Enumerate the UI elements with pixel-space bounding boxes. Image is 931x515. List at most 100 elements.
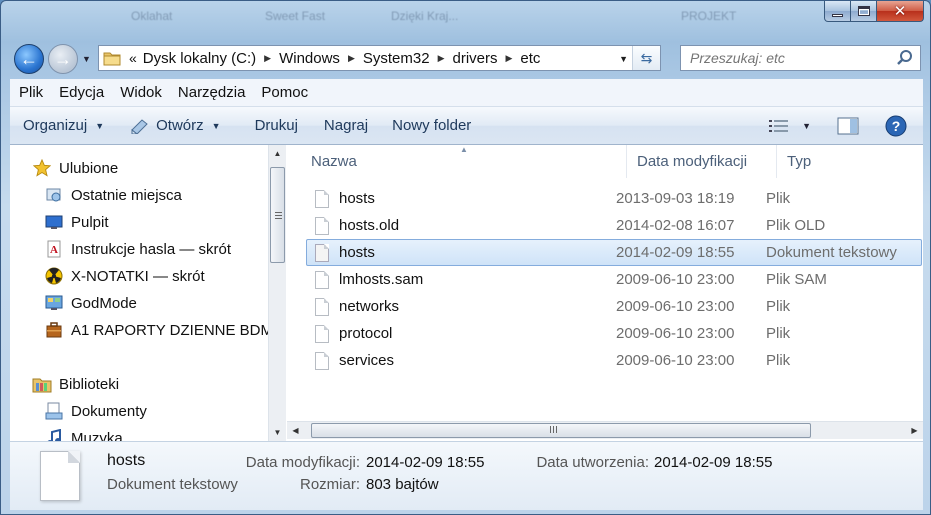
- text-document-icon: [315, 243, 329, 262]
- control-panel-icon: [44, 293, 64, 313]
- file-date: 2009-06-10 23:00: [616, 352, 735, 369]
- sidebar-item-label: A1 RAPORTY DZIENNE BDM: [71, 321, 268, 339]
- sidebar-item-x-notatki[interactable]: X-NOTATKI — skrót: [44, 264, 205, 288]
- view-details-icon[interactable]: [768, 118, 790, 134]
- refresh-button[interactable]: ⇆: [632, 46, 660, 70]
- breadcrumb-item[interactable]: etc: [520, 50, 540, 67]
- sidebar-libraries[interactable]: Biblioteki: [32, 372, 119, 396]
- column-header-label: Data modyfikacji: [637, 153, 748, 170]
- view-options-dropdown-icon[interactable]: ▼: [802, 121, 811, 131]
- help-icon[interactable]: ?: [885, 115, 907, 137]
- column-header-date[interactable]: Data modyfikacji: [627, 145, 777, 178]
- address-dropdown-icon[interactable]: ▼: [619, 54, 628, 64]
- close-button[interactable]: ✕: [877, 1, 924, 22]
- scroll-left-icon[interactable]: ◀: [287, 422, 304, 439]
- back-arrow-icon: ←: [20, 48, 38, 69]
- open-label: Otwórz: [156, 117, 204, 134]
- desktop-icon: [44, 212, 64, 232]
- file-icon: [315, 216, 329, 235]
- search-input[interactable]: [690, 50, 890, 66]
- scroll-right-icon[interactable]: ▶: [906, 422, 923, 439]
- sidebar-item-label: Pulpit: [71, 213, 109, 231]
- organize-button[interactable]: Organizuj ▼: [10, 117, 116, 134]
- sidebar-item-raporty[interactable]: A1 RAPORTY DZIENNE BDM: [44, 318, 268, 342]
- breadcrumb-overflow[interactable]: «: [129, 50, 137, 66]
- details-size-label: Rozmiar:: [299, 476, 360, 493]
- menu-help[interactable]: Pomoc: [261, 84, 308, 101]
- chevron-right-icon[interactable]: ▶: [506, 53, 513, 64]
- file-row[interactable]: lmhosts.sam 2009-06-10 23:00 Plik SAM: [307, 267, 923, 292]
- chevron-right-icon[interactable]: ▶: [438, 53, 445, 64]
- chevron-down-icon: ▼: [95, 120, 105, 131]
- chevron-right-icon[interactable]: ▶: [264, 53, 271, 64]
- folder-icon: [103, 52, 121, 66]
- menu-edit[interactable]: Edycja: [59, 84, 104, 101]
- close-icon: ✕: [893, 3, 907, 20]
- scroll-up-icon[interactable]: ▲: [269, 145, 286, 162]
- refresh-icon: ⇆: [640, 49, 653, 66]
- file-row[interactable]: protocol 2009-06-10 23:00 Plik: [307, 321, 923, 346]
- background-window-title: Oklahat: [131, 9, 173, 23]
- minimize-icon: [832, 13, 843, 17]
- column-header-type[interactable]: Typ: [777, 145, 923, 178]
- breadcrumb-item[interactable]: Windows: [279, 50, 340, 67]
- navigation-pane-scrollbar[interactable]: ▲ ▼: [268, 145, 286, 441]
- recent-pages-dropdown[interactable]: ▼: [82, 54, 91, 64]
- back-button[interactable]: ←: [14, 44, 44, 74]
- music-library-icon: [44, 428, 64, 441]
- scrollbar-thumb[interactable]: [270, 167, 285, 263]
- new-folder-label: Nowy folder: [392, 117, 472, 134]
- grip-icon: [275, 212, 282, 219]
- sidebar-item-recent-places[interactable]: Ostatnie miejsca: [44, 183, 182, 207]
- breadcrumb-item[interactable]: System32: [363, 50, 430, 67]
- minimize-button[interactable]: [824, 1, 851, 22]
- search-icon[interactable]: [896, 49, 914, 67]
- sidebar-item-documents[interactable]: Dokumenty: [44, 399, 147, 423]
- menu-file[interactable]: Plik: [19, 84, 43, 101]
- new-folder-button[interactable]: Nowy folder: [380, 117, 483, 134]
- column-header-name[interactable]: Nazwa: [301, 145, 627, 178]
- open-button[interactable]: Otwórz ▼: [116, 117, 232, 134]
- file-row[interactable]: services 2009-06-10 23:00 Plik: [307, 348, 923, 373]
- file-list-horizontal-scrollbar[interactable]: ◀ ▶: [287, 421, 923, 439]
- file-name: networks: [339, 298, 400, 315]
- window-caption-buttons: ✕: [824, 1, 924, 23]
- menu-tools[interactable]: Narzędzia: [178, 84, 246, 101]
- chevron-right-icon[interactable]: ▶: [348, 53, 355, 64]
- print-button[interactable]: Drukuj: [233, 117, 310, 134]
- file-type: Plik SAM: [766, 271, 827, 288]
- sidebar-item-music[interactable]: Muzyka: [44, 426, 123, 441]
- sidebar-favorites[interactable]: Ulubione: [32, 156, 118, 180]
- sidebar-item-instrukcje[interactable]: A Instrukcje hasla — skrót: [44, 237, 231, 261]
- sidebar-item-desktop[interactable]: Pulpit: [44, 210, 109, 234]
- background-window-title: PROJEKT: [681, 9, 737, 23]
- file-name: services: [339, 352, 395, 369]
- address-bar[interactable]: « Dysk lokalny (C:) ▶ Windows ▶ System32…: [98, 45, 661, 71]
- breadcrumb-item[interactable]: Dysk lokalny (C:): [143, 50, 256, 67]
- forward-button[interactable]: →: [48, 44, 78, 74]
- breadcrumb-item[interactable]: drivers: [452, 50, 497, 67]
- navigation-bar: ← → ▼ « Dysk lokalny (C:) ▶ Windows ▶ Sy…: [12, 41, 924, 75]
- file-row[interactable]: hosts 2013-09-03 18:19 Plik: [307, 186, 923, 211]
- view-controls: ▼ ?: [768, 107, 923, 145]
- column-header-label: Typ: [787, 153, 812, 170]
- search-box[interactable]: [680, 45, 921, 71]
- preview-pane-icon[interactable]: [837, 117, 859, 135]
- burn-button[interactable]: Nagraj: [310, 117, 380, 134]
- file-type: Plik OLD: [766, 217, 826, 234]
- svg-text:A: A: [50, 244, 58, 256]
- menu-view[interactable]: Widok: [120, 84, 162, 101]
- file-row[interactable]: hosts.old 2014-02-08 16:07 Plik OLD: [307, 213, 923, 238]
- scrollbar-thumb[interactable]: [311, 423, 811, 438]
- scroll-down-icon[interactable]: ▼: [269, 424, 286, 441]
- recent-places-icon: [44, 185, 64, 205]
- file-row-selected[interactable]: hosts 2014-02-09 18:55 Dokument tekstowy: [306, 239, 922, 266]
- file-row[interactable]: networks 2009-06-10 23:00 Plik: [307, 294, 923, 319]
- print-label: Drukuj: [254, 117, 298, 134]
- explorer-window: Oklahat Sweet Fast Dzięki Kraj... PROJEK…: [0, 0, 931, 515]
- maximize-button[interactable]: [851, 1, 877, 22]
- details-created-label: Data utworzenia:: [536, 454, 649, 471]
- file-date: 2014-02-08 16:07: [616, 217, 735, 234]
- main-content: Ulubione Ostatnie miejsca Pulpit A Instr…: [10, 145, 923, 441]
- sidebar-item-godmode[interactable]: GodMode: [44, 291, 137, 315]
